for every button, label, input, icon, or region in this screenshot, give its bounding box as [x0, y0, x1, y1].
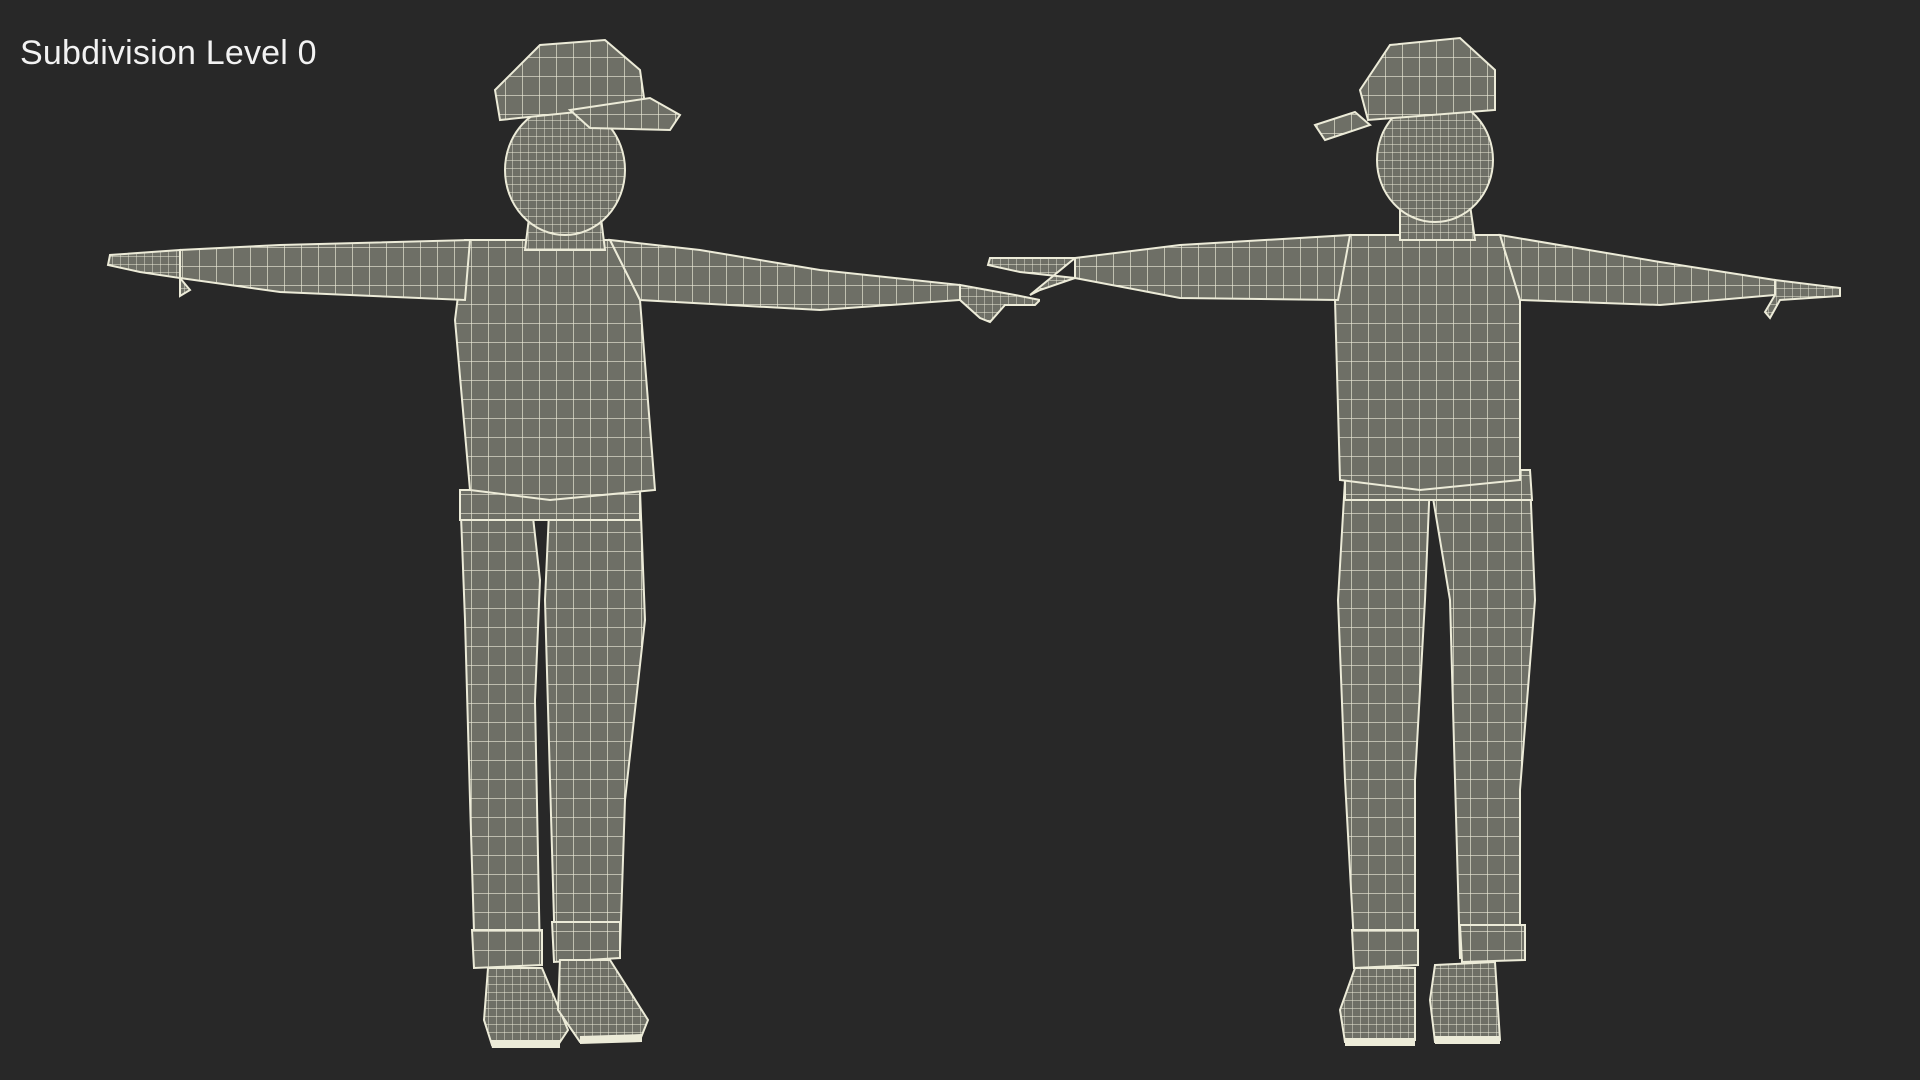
figure-back-svg: [986, 36, 1841, 1046]
render-viewport: Subdivision Level 0: [0, 0, 1920, 1080]
back-head: [1313, 36, 1496, 241]
figure-back-view: [960, 0, 1920, 1080]
back-legs: [1336, 469, 1537, 970]
figure-front-svg: [106, 38, 1040, 1048]
back-torso: [1333, 234, 1521, 492]
figure-front-view: [80, 0, 1040, 1080]
back-shoes: [1338, 960, 1502, 1046]
